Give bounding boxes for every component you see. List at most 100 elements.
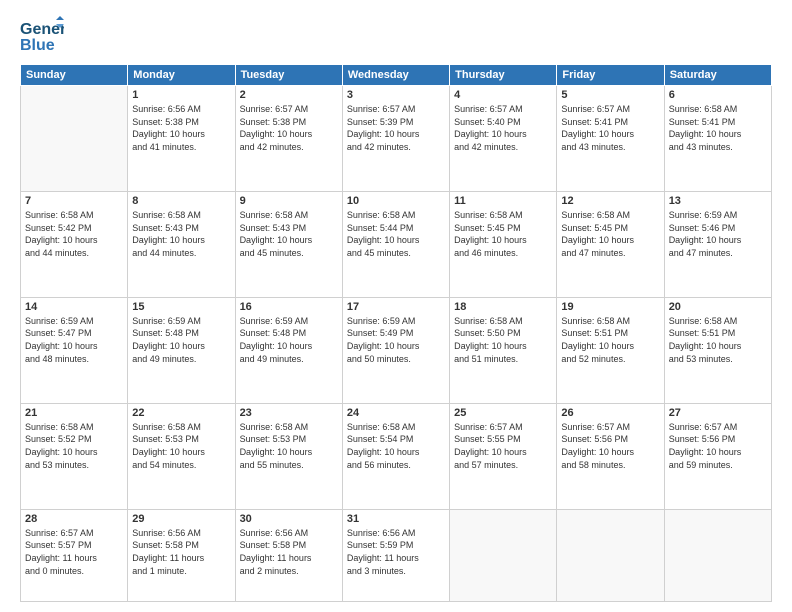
day-info: Sunrise: 6:57 AMSunset: 5:55 PMDaylight:… xyxy=(454,421,552,471)
calendar-cell: 29 Sunrise: 6:56 AMSunset: 5:58 PMDayligh… xyxy=(128,509,235,601)
day-info: Sunrise: 6:56 AMSunset: 5:38 PMDaylight:… xyxy=(132,103,230,153)
col-header-wednesday: Wednesday xyxy=(342,65,449,86)
calendar-cell: 5 Sunrise: 6:57 AMSunset: 5:41 PMDaylight… xyxy=(557,86,664,192)
svg-text:General: General xyxy=(20,21,64,38)
day-info: Sunrise: 6:57 AMSunset: 5:41 PMDaylight:… xyxy=(561,103,659,153)
day-number: 25 xyxy=(454,407,552,419)
col-header-friday: Friday xyxy=(557,65,664,86)
week-row-5: 28 Sunrise: 6:57 AMSunset: 5:57 PMDayligh… xyxy=(21,509,772,601)
week-row-4: 21 Sunrise: 6:58 AMSunset: 5:52 PMDayligh… xyxy=(21,403,772,509)
header: General Blue xyxy=(20,16,772,54)
calendar-cell: 18 Sunrise: 6:58 AMSunset: 5:50 PMDayligh… xyxy=(450,297,557,403)
day-number: 15 xyxy=(132,301,230,313)
day-info: Sunrise: 6:57 AMSunset: 5:56 PMDaylight:… xyxy=(561,421,659,471)
day-info: Sunrise: 6:58 AMSunset: 5:45 PMDaylight:… xyxy=(561,209,659,259)
day-number: 1 xyxy=(132,89,230,101)
day-info: Sunrise: 6:56 AMSunset: 5:59 PMDaylight:… xyxy=(347,527,445,577)
day-number: 20 xyxy=(669,301,767,313)
day-info: Sunrise: 6:56 AMSunset: 5:58 PMDaylight:… xyxy=(132,527,230,577)
day-info: Sunrise: 6:59 AMSunset: 5:47 PMDaylight:… xyxy=(25,315,123,365)
calendar-cell: 11 Sunrise: 6:58 AMSunset: 5:45 PMDayligh… xyxy=(450,191,557,297)
calendar-cell: 14 Sunrise: 6:59 AMSunset: 5:47 PMDayligh… xyxy=(21,297,128,403)
calendar-cell: 2 Sunrise: 6:57 AMSunset: 5:38 PMDaylight… xyxy=(235,86,342,192)
calendar-cell: 20 Sunrise: 6:58 AMSunset: 5:51 PMDayligh… xyxy=(664,297,771,403)
day-info: Sunrise: 6:56 AMSunset: 5:58 PMDaylight:… xyxy=(240,527,338,577)
day-info: Sunrise: 6:57 AMSunset: 5:57 PMDaylight:… xyxy=(25,527,123,577)
calendar-cell: 12 Sunrise: 6:58 AMSunset: 5:45 PMDayligh… xyxy=(557,191,664,297)
logo-icon: General Blue xyxy=(20,16,64,54)
day-number: 16 xyxy=(240,301,338,313)
day-number: 6 xyxy=(669,89,767,101)
week-row-2: 7Sunrise: 6:58 AMSunset: 5:42 PMDaylight… xyxy=(21,191,772,297)
day-number: 29 xyxy=(132,513,230,525)
calendar-cell: 24 Sunrise: 6:58 AMSunset: 5:54 PMDayligh… xyxy=(342,403,449,509)
week-row-3: 14 Sunrise: 6:59 AMSunset: 5:47 PMDayligh… xyxy=(21,297,772,403)
day-number: 23 xyxy=(240,407,338,419)
day-number: 10 xyxy=(347,195,445,207)
page: General Blue SundayMondayTuesdayWednesda… xyxy=(0,0,792,612)
week-row-1: 1 Sunrise: 6:56 AMSunset: 5:38 PMDaylight… xyxy=(21,86,772,192)
day-info: Sunrise: 6:58 AMSunset: 5:53 PMDaylight:… xyxy=(240,421,338,471)
col-header-thursday: Thursday xyxy=(450,65,557,86)
day-number: 11 xyxy=(454,195,552,207)
calendar-cell: 28 Sunrise: 6:57 AMSunset: 5:57 PMDayligh… xyxy=(21,509,128,601)
day-number: 3 xyxy=(347,89,445,101)
calendar-cell xyxy=(21,86,128,192)
calendar-cell: 26 Sunrise: 6:57 AMSunset: 5:56 PMDayligh… xyxy=(557,403,664,509)
day-number: 26 xyxy=(561,407,659,419)
calendar-cell: 16 Sunrise: 6:59 AMSunset: 5:48 PMDayligh… xyxy=(235,297,342,403)
day-info: Sunrise: 6:57 AMSunset: 5:39 PMDaylight:… xyxy=(347,103,445,153)
calendar-table: SundayMondayTuesdayWednesdayThursdayFrid… xyxy=(20,64,772,602)
day-info: Sunrise: 6:59 AMSunset: 5:48 PMDaylight:… xyxy=(240,315,338,365)
calendar-cell: 6 Sunrise: 6:58 AMSunset: 5:41 PMDaylight… xyxy=(664,86,771,192)
day-number: 4 xyxy=(454,89,552,101)
day-info: Sunrise: 6:58 AMSunset: 5:41 PMDaylight:… xyxy=(669,103,767,153)
day-info: Sunrise: 6:58 AMSunset: 5:44 PMDaylight:… xyxy=(347,209,445,259)
day-info: Sunrise: 6:59 AMSunset: 5:48 PMDaylight:… xyxy=(132,315,230,365)
day-number: 24 xyxy=(347,407,445,419)
day-info: Sunrise: 6:58 AMSunset: 5:43 PMDaylight:… xyxy=(240,209,338,259)
day-number: 14 xyxy=(25,301,123,313)
day-number: 9 xyxy=(240,195,338,207)
calendar-cell: 21 Sunrise: 6:58 AMSunset: 5:52 PMDayligh… xyxy=(21,403,128,509)
col-header-monday: Monday xyxy=(128,65,235,86)
day-info: Sunrise: 6:57 AMSunset: 5:56 PMDaylight:… xyxy=(669,421,767,471)
calendar-cell: 13 Sunrise: 6:59 AMSunset: 5:46 PMDayligh… xyxy=(664,191,771,297)
day-info: Sunrise: 6:58 AMSunset: 5:51 PMDaylight:… xyxy=(669,315,767,365)
day-info: Sunrise: 6:58 AMSunset: 5:52 PMDaylight:… xyxy=(25,421,123,471)
day-info: Sunrise: 6:58 AMSunset: 5:45 PMDaylight:… xyxy=(454,209,552,259)
day-number: 13 xyxy=(669,195,767,207)
day-number: 21 xyxy=(25,407,123,419)
day-number: 31 xyxy=(347,513,445,525)
calendar-cell xyxy=(557,509,664,601)
col-header-saturday: Saturday xyxy=(664,65,771,86)
day-info: Sunrise: 6:59 AMSunset: 5:46 PMDaylight:… xyxy=(669,209,767,259)
svg-text:Blue: Blue xyxy=(20,37,55,54)
day-info: Sunrise: 6:57 AMSunset: 5:38 PMDaylight:… xyxy=(240,103,338,153)
col-header-tuesday: Tuesday xyxy=(235,65,342,86)
day-number: 22 xyxy=(132,407,230,419)
day-number: 8 xyxy=(132,195,230,207)
day-info: Sunrise: 6:58 AMSunset: 5:54 PMDaylight:… xyxy=(347,421,445,471)
day-number: 27 xyxy=(669,407,767,419)
day-number: 2 xyxy=(240,89,338,101)
calendar-cell: 31 Sunrise: 6:56 AMSunset: 5:59 PMDayligh… xyxy=(342,509,449,601)
calendar-cell: 23 Sunrise: 6:58 AMSunset: 5:53 PMDayligh… xyxy=(235,403,342,509)
day-info: Sunrise: 6:58 AMSunset: 5:50 PMDaylight:… xyxy=(454,315,552,365)
calendar-cell: 19Sunrise: 6:58 AMSunset: 5:51 PMDayligh… xyxy=(557,297,664,403)
day-info: Sunrise: 6:58 AMSunset: 5:43 PMDaylight:… xyxy=(132,209,230,259)
calendar-cell: 15 Sunrise: 6:59 AMSunset: 5:48 PMDayligh… xyxy=(128,297,235,403)
calendar-cell xyxy=(664,509,771,601)
calendar-cell: 10 Sunrise: 6:58 AMSunset: 5:44 PMDayligh… xyxy=(342,191,449,297)
day-number: 28 xyxy=(25,513,123,525)
calendar-cell: 25 Sunrise: 6:57 AMSunset: 5:55 PMDayligh… xyxy=(450,403,557,509)
calendar-cell: 7Sunrise: 6:58 AMSunset: 5:42 PMDaylight… xyxy=(21,191,128,297)
day-info: Sunrise: 6:57 AMSunset: 5:40 PMDaylight:… xyxy=(454,103,552,153)
day-info: Sunrise: 6:58 AMSunset: 5:53 PMDaylight:… xyxy=(132,421,230,471)
day-number: 18 xyxy=(454,301,552,313)
day-info: Sunrise: 6:59 AMSunset: 5:49 PMDaylight:… xyxy=(347,315,445,365)
day-number: 5 xyxy=(561,89,659,101)
day-number: 17 xyxy=(347,301,445,313)
day-number: 12 xyxy=(561,195,659,207)
calendar-cell: 8 Sunrise: 6:58 AMSunset: 5:43 PMDaylight… xyxy=(128,191,235,297)
